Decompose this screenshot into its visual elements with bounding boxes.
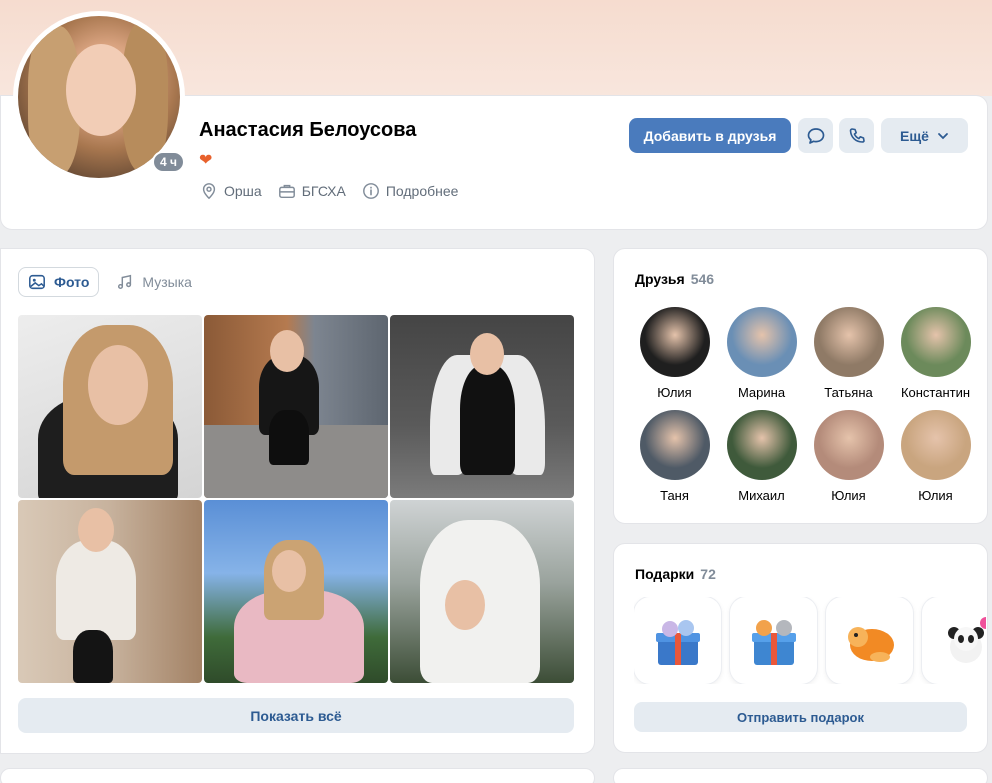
friend-avatar[interactable] [639,307,710,377]
meta-location[interactable]: Орша [200,182,262,200]
photos-block: Фото Музыка Показать всё [0,248,595,754]
friend-name[interactable]: Юлия [831,488,865,503]
friend-avatar[interactable] [639,410,710,480]
call-button[interactable] [839,118,874,153]
music-icon [118,274,132,290]
tab-photos-label: Фото [54,274,90,290]
friend-item[interactable]: Марина [720,307,803,400]
monkey-icon [847,626,894,662]
friend-name[interactable]: Юлия [657,385,691,400]
friend-item[interactable]: Таня [633,410,716,503]
message-icon [807,127,824,144]
next-block-left [0,768,595,783]
gift-item[interactable] [826,597,913,684]
friend-item[interactable]: Татьяна [807,307,890,400]
briefcase-icon [278,184,295,199]
tab-music[interactable]: Музыка [107,267,201,297]
friend-item[interactable]: Юлия [633,307,716,400]
friend-item[interactable]: Юлия [807,410,890,503]
meta-more-info[interactable]: Подробнее [362,182,459,200]
gifts-title[interactable]: Подарки 72 [635,566,716,582]
friends-title-label: Друзья [635,271,685,287]
tab-music-label: Музыка [142,274,192,290]
last-seen-badge: 4 ч [152,151,185,173]
friend-avatar[interactable] [726,307,797,377]
friend-name[interactable]: Таня [660,488,689,503]
gifts-title-label: Подарки [635,566,695,582]
panda-icon [947,616,986,663]
more-button-label: Ещё [900,127,929,144]
friend-name[interactable]: Михаил [738,488,785,503]
show-all-photos-button[interactable]: Показать всё [18,698,574,733]
meta-work[interactable]: БГСХА [278,182,346,200]
friend-name[interactable]: Татьяна [824,385,872,400]
chevron-down-icon [938,132,948,139]
photo-thumbnail[interactable] [390,500,574,683]
info-icon [362,183,379,199]
photo-thumbnail[interactable] [18,315,202,498]
gift-item[interactable] [730,597,817,684]
photo-grid [18,315,574,685]
gifts-block: Подарки 72 Отправить подарок [613,543,988,753]
photo-thumbnail[interactable] [204,315,388,498]
photo-thumbnail[interactable] [204,500,388,683]
friend-avatar[interactable] [813,307,884,377]
gift-box-icon [655,619,700,665]
friend-name[interactable]: Марина [738,385,785,400]
friend-avatar[interactable] [813,410,884,480]
friend-name[interactable]: Константин [901,385,970,400]
profile-name: Анастасия Белоусова [199,119,417,141]
friend-name[interactable]: Юлия [918,488,952,503]
friend-item[interactable]: Константин [894,307,977,400]
tab-photos[interactable]: Фото [18,267,100,297]
friends-title[interactable]: Друзья 546 [635,271,714,287]
photo-thumbnail[interactable] [390,315,574,498]
meta-location-label: Орша [224,183,262,199]
friend-avatar[interactable] [900,410,971,480]
friends-block: Друзья 546 Юлия Марина Татьяна Константин Тан… [613,248,988,524]
media-tabs: Фото Музыка [18,267,201,297]
message-button[interactable] [798,118,833,153]
gift-item[interactable] [922,597,986,684]
friend-item[interactable]: Юлия [894,410,977,503]
location-icon [202,183,216,200]
send-gift-button[interactable]: Отправить подарок [634,702,967,732]
next-block-right [613,768,988,783]
phone-icon [849,127,865,143]
friend-avatar[interactable] [726,410,797,480]
friend-item[interactable]: Михаил [720,410,803,503]
gifts-count: 72 [700,566,716,582]
meta-work-label: БГСХА [301,183,346,199]
friends-grid: Юлия Марина Татьяна Константин Таня Михаил Юли… [633,307,973,503]
photo-thumbnail[interactable] [18,500,202,683]
friend-avatar[interactable] [900,307,971,377]
gift-item[interactable] [634,597,721,684]
status-heart-icon: ❤ [199,152,213,169]
friends-count: 546 [690,271,715,287]
photo-icon [29,274,45,290]
add-friend-button[interactable]: Добавить в друзья [629,118,791,153]
gifts-row [634,597,986,684]
profile-meta: Орша БГСХА Подробнее [200,182,458,200]
gift-box-icon [751,619,796,665]
profile-avatar[interactable]: 4 ч [13,11,185,183]
more-button[interactable]: Ещё [881,118,968,153]
meta-more-info-label: Подробнее [385,183,459,199]
